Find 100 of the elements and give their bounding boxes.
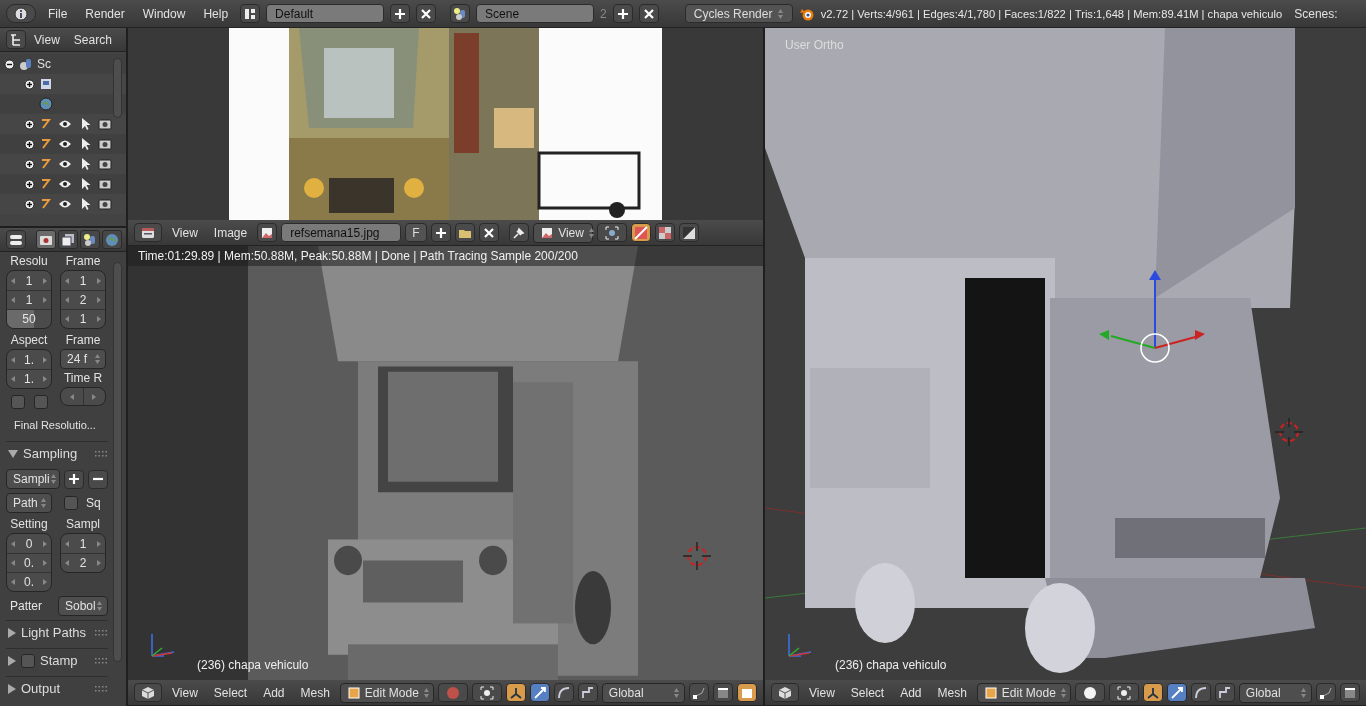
scrollbar[interactable] (113, 58, 122, 118)
menu-item[interactable]: View (28, 32, 66, 47)
info-button[interactable] (6, 4, 36, 23)
panel-title[interactable]: Output (21, 681, 61, 696)
face-select-button[interactable] (737, 683, 757, 702)
properties-tab[interactable] (36, 230, 56, 249)
properties-tab[interactable] (80, 230, 100, 249)
shading-dropdown[interactable] (1074, 683, 1105, 702)
properties-tab[interactable] (58, 230, 78, 249)
number-field[interactable]: 1 (61, 271, 105, 290)
image-browse-button[interactable] (257, 223, 278, 242)
new-image-button[interactable] (431, 223, 452, 242)
scene-button[interactable] (450, 4, 471, 23)
scene-name-field[interactable]: Scene (476, 4, 595, 23)
manipulator-toggle[interactable] (1142, 683, 1163, 702)
editor-type-button[interactable] (134, 683, 162, 702)
dropdown[interactable]: 24 f (60, 349, 106, 369)
close-button[interactable] (416, 4, 437, 23)
dropdown[interactable]: Sobol (58, 596, 108, 616)
menu-item[interactable]: Mesh (931, 685, 973, 700)
add-preset-button[interactable] (64, 469, 84, 489)
screen-layout-button[interactable] (240, 4, 261, 23)
collapse-triangle-icon[interactable] (8, 449, 18, 458)
mode-dropdown[interactable]: Edit Mode (976, 682, 1071, 703)
checkbox[interactable] (64, 496, 78, 510)
number-field[interactable]: 1. (7, 369, 51, 388)
preset-dropdown[interactable]: Sampli (6, 469, 60, 489)
z-buffer-button[interactable] (679, 223, 700, 242)
render-engine-dropdown[interactable]: Cycles Render (684, 4, 793, 23)
expand-triangle-icon[interactable] (8, 627, 16, 638)
pivot-dropdown[interactable] (597, 223, 628, 242)
menu-item[interactable]: Image (207, 225, 254, 240)
number-field[interactable]: 1 (7, 290, 51, 309)
alpha-button[interactable] (655, 223, 676, 242)
pivot-dropdown[interactable] (1108, 683, 1139, 702)
editor-type-button[interactable] (134, 223, 162, 242)
menu-item[interactable]: File (42, 6, 74, 21)
rotate-tool-button[interactable] (553, 683, 574, 702)
orientation-dropdown[interactable]: Global (1238, 682, 1312, 703)
expand-icon[interactable] (24, 198, 35, 210)
panel-title[interactable]: Stamp (40, 653, 78, 668)
checkbox[interactable] (10, 395, 25, 409)
translate-tool-button[interactable] (1166, 683, 1187, 702)
menu-item[interactable]: Select (844, 685, 891, 700)
panel-title[interactable]: Sampling (23, 446, 78, 461)
menu-item[interactable]: Help (197, 6, 235, 21)
expand-icon[interactable] (24, 158, 35, 170)
image-name-field[interactable]: refsemana15.jpg (281, 223, 402, 242)
editor-type-button[interactable] (771, 683, 799, 702)
menu-item[interactable]: View (166, 225, 204, 240)
expand-icon[interactable] (24, 118, 35, 130)
number-field[interactable]: 2 (61, 290, 105, 309)
editor-type-button[interactable] (6, 230, 26, 249)
translate-tool-button[interactable] (529, 683, 550, 702)
number-field[interactable]: 0. (7, 572, 51, 591)
menu-item[interactable]: Mesh (294, 685, 336, 700)
close-button[interactable] (638, 4, 659, 23)
menu-item[interactable]: View (166, 685, 204, 700)
menu-item[interactable]: Window (136, 6, 192, 21)
fake-user-button[interactable]: F (405, 223, 428, 242)
manipulator-toggle[interactable] (505, 683, 526, 702)
panel-title[interactable]: Light Paths (21, 625, 87, 640)
menu-item[interactable]: Search (67, 32, 118, 47)
collapse-icon[interactable] (4, 58, 15, 70)
layout-name-field[interactable]: Default (266, 4, 385, 23)
menu-item[interactable]: Select (207, 685, 254, 700)
expand-icon[interactable] (24, 138, 35, 150)
unlink-button[interactable] (479, 223, 500, 242)
number-field[interactable]: 1 (61, 534, 105, 553)
expand-icon[interactable] (24, 78, 35, 90)
editor-type-button[interactable] (6, 30, 26, 49)
menu-item[interactable]: Add (894, 685, 928, 700)
view-mode-dropdown[interactable]: View (533, 222, 594, 243)
number-field[interactable]: 1 (7, 271, 51, 290)
number-field[interactable]: 1. (7, 350, 51, 369)
expand-triangle-icon[interactable] (8, 683, 16, 694)
remove-preset-button[interactable] (88, 469, 108, 489)
expand-icon[interactable] (24, 178, 35, 190)
scrollbar[interactable] (113, 262, 122, 662)
checkbox[interactable] (21, 653, 35, 668)
open-image-button[interactable] (455, 223, 476, 242)
rotate-tool-button[interactable] (1190, 683, 1211, 702)
number-field[interactable]: 2 (61, 553, 105, 572)
orientation-dropdown[interactable]: Global (601, 682, 685, 703)
mode-dropdown[interactable]: Edit Mode (339, 682, 434, 703)
number-field[interactable]: 1 (61, 309, 105, 328)
slider-field[interactable]: 50 (7, 309, 51, 328)
menu-item[interactable]: Add (257, 685, 291, 700)
dropdown[interactable]: Path (6, 493, 52, 513)
add-button[interactable] (390, 4, 411, 23)
menu-item[interactable]: View (803, 685, 841, 700)
number-field[interactable]: 0. (7, 553, 51, 572)
draw-channels-button[interactable] (631, 223, 652, 242)
menu-item[interactable]: Render (79, 6, 131, 21)
add-button[interactable] (612, 4, 633, 23)
pin-button[interactable] (509, 223, 530, 242)
tree-item-label[interactable]: Sc (37, 57, 51, 71)
pivot-dropdown[interactable] (471, 683, 502, 702)
checkbox[interactable] (33, 395, 48, 409)
number-field[interactable]: 0 (7, 534, 51, 553)
